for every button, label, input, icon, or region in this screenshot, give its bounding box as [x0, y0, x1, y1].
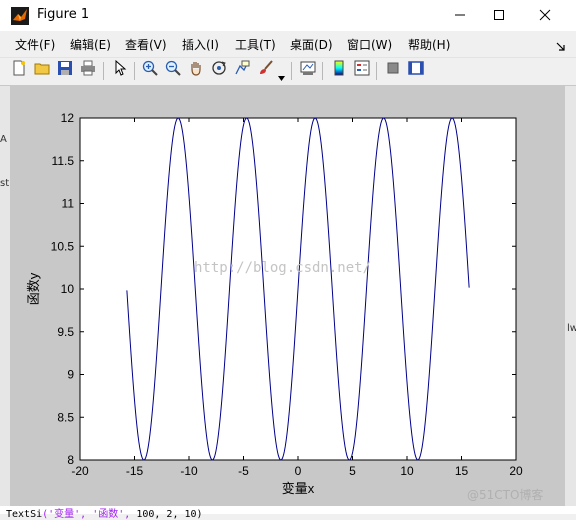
x-tick-label: -10 [180, 464, 198, 478]
y-tick-label: 8.5 [57, 410, 74, 424]
x-axis-label: 变量x [282, 481, 315, 496]
y-tick-label: 9.5 [57, 325, 74, 339]
watermark-text: http://blog.csdn.net/ [194, 260, 372, 276]
y-tick-label: 12 [61, 111, 75, 125]
x-tick-label: 0 [295, 464, 302, 478]
x-tick-label: 5 [349, 464, 356, 478]
code-string: ('变量', '函数', [42, 509, 131, 520]
corner-watermark: @51CTO博客 [467, 488, 544, 502]
x-tick-label: -5 [238, 464, 249, 478]
y-tick-label: 10.5 [51, 239, 75, 253]
code-text: TextSi [6, 509, 43, 520]
x-tick-label: 15 [455, 464, 469, 478]
y-tick-label: 10 [61, 282, 75, 296]
y-axis-label: 函数y [26, 272, 41, 305]
code-text: 100, 2, 10) [136, 509, 203, 520]
x-tick-label: 20 [509, 464, 523, 478]
x-tick-label: 10 [400, 464, 414, 478]
y-tick-label: 11 [62, 197, 75, 211]
y-tick-label: 11.5 [52, 154, 75, 168]
background-code-line: TextSi('变量', '函数', 100, 2, 10) [6, 505, 203, 520]
x-tick-label: -15 [126, 464, 144, 478]
y-tick-label: 9 [67, 368, 74, 382]
plot-svg: -20 -15 -10 -5 0 5 10 15 2088.599.51010.51111.51… [26, 111, 523, 496]
y-tick-label: 8 [67, 453, 74, 467]
